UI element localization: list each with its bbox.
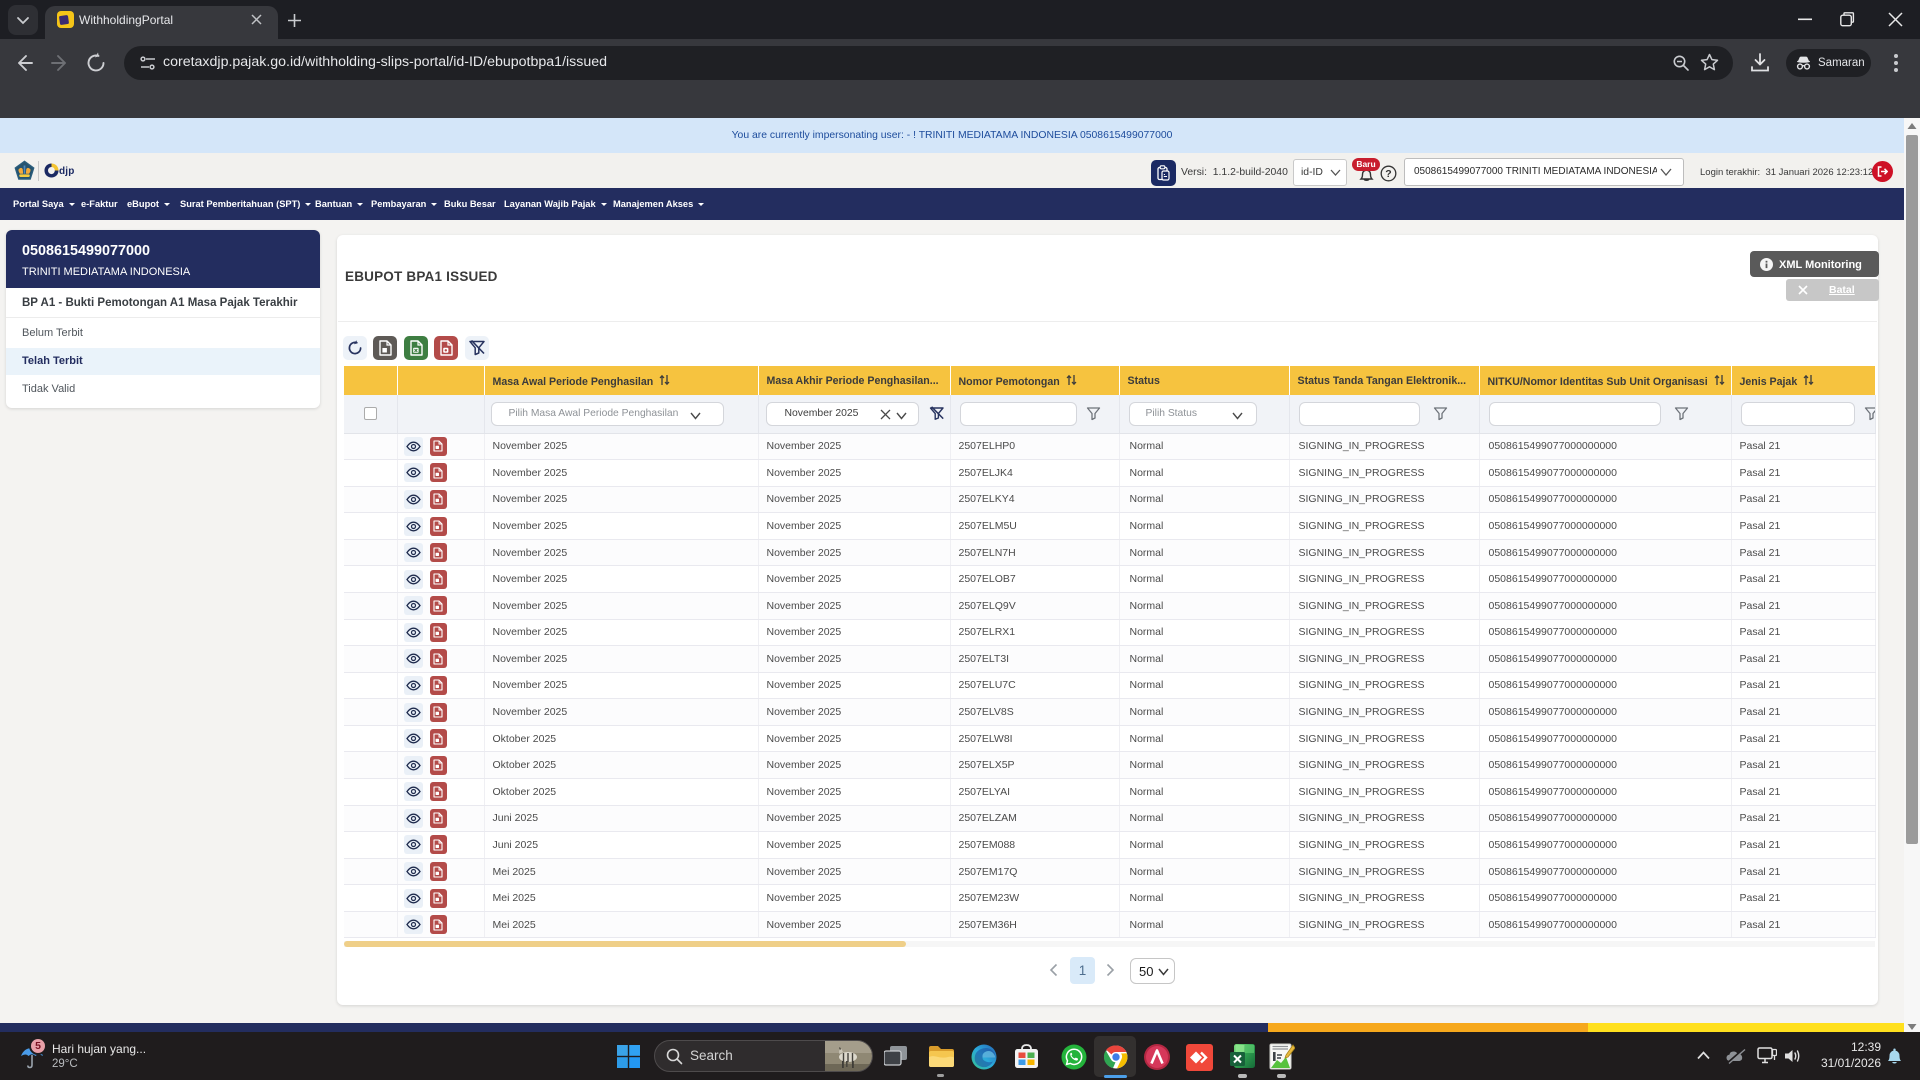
svg-text:?: ? (1385, 168, 1391, 180)
